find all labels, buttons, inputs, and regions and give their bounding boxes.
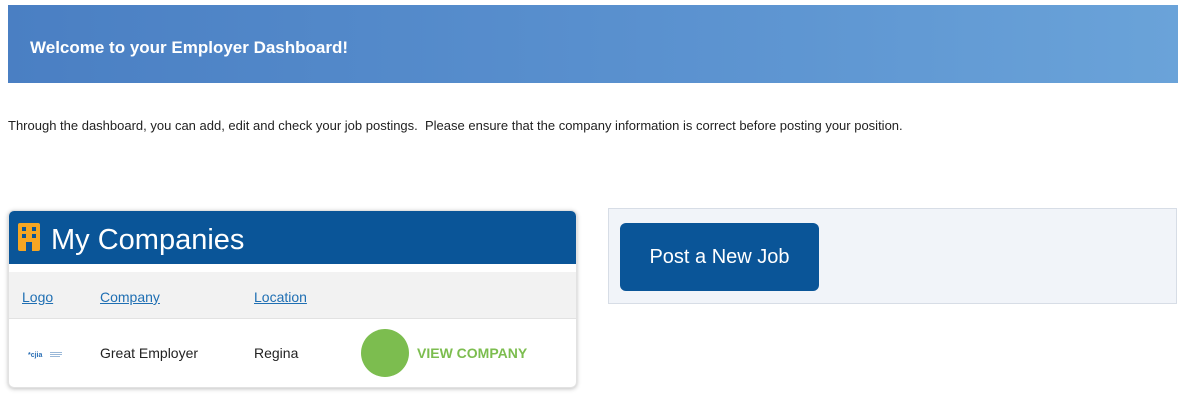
card-title: My Companies	[51, 224, 245, 256]
banner-title: Welcome to your Employer Dashboard!	[30, 38, 349, 57]
welcome-banner: Welcome to your Employer Dashboard!	[8, 5, 1178, 83]
post-new-job-button[interactable]: Post a New Job	[620, 223, 819, 291]
intro-text: Through the dashboard, you can add, edit…	[8, 118, 903, 133]
table-row: *cjia Great Employer Regina VIEW COMPANY	[9, 319, 576, 387]
column-header-company[interactable]: Company	[100, 289, 160, 305]
company-name: Great Employer	[100, 345, 199, 361]
column-header-location[interactable]: Location	[254, 289, 307, 305]
company-logo-text: *cjia	[28, 352, 43, 359]
view-company-circle-icon	[361, 329, 409, 377]
view-company-label: VIEW COMPANY	[417, 345, 528, 361]
building-icon	[18, 223, 40, 251]
company-location: Regina	[254, 345, 299, 361]
post-job-panel: Post a New Job	[608, 208, 1177, 304]
my-companies-card: My Companies Logo Company Location *cjia…	[8, 210, 577, 388]
company-logo: *cjia	[28, 352, 62, 359]
table-header: Logo Company Location	[9, 272, 576, 319]
view-company-button[interactable]: VIEW COMPANY	[361, 329, 551, 377]
card-header: My Companies	[9, 211, 576, 268]
column-header-logo[interactable]: Logo	[22, 289, 53, 305]
